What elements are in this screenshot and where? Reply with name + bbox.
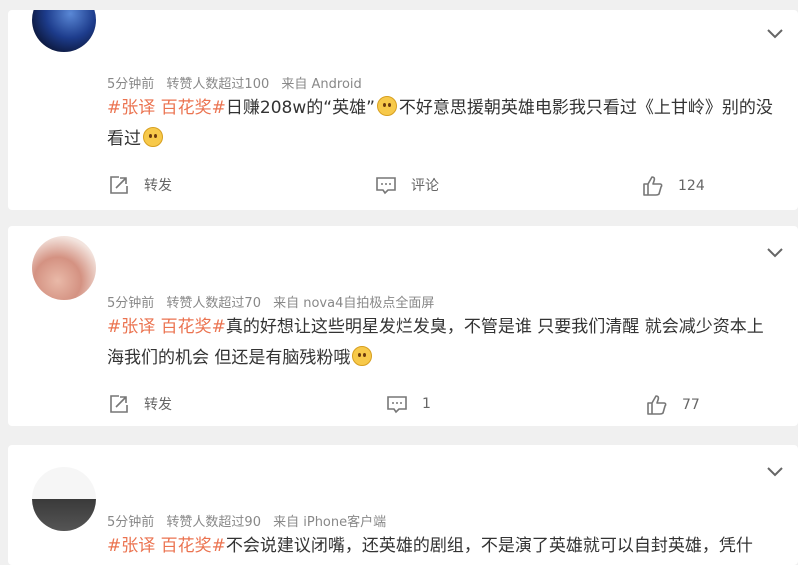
- comment-text: #张译 百花奖#真的好想让这些明星发烂发臭，不管是谁 只要我们清醒 就会减少资本…: [107, 312, 780, 374]
- comment-text: #张译 百花奖#日赚208w的“英雄” 不好意思援朝英雄电影我只看过《上甘岭》别的…: [107, 93, 780, 155]
- comment-button[interactable]: 1: [386, 394, 431, 414]
- chevron-down-icon[interactable]: [766, 463, 784, 481]
- repost-count: 转赞人数超过90: [166, 515, 261, 530]
- timestamp: 5分钟前: [107, 515, 155, 530]
- chevron-down-icon[interactable]: [766, 244, 784, 262]
- source: 来自 Android: [281, 77, 362, 92]
- repost-icon: [110, 176, 128, 194]
- like-button[interactable]: 124: [642, 175, 705, 197]
- comment-count: 1: [422, 396, 431, 412]
- comment-icon: [376, 177, 396, 195]
- comment-meta: 5分钟前 转赞人数超过70 来自 nova4自拍极点全面屏: [107, 292, 442, 311]
- repost-button[interactable]: 转发: [108, 175, 172, 195]
- hashtag-link[interactable]: #张译 百花奖#: [107, 536, 226, 556]
- avatar[interactable]: [32, 236, 96, 300]
- comment-icon: [387, 396, 407, 414]
- action-bar: 转发 评论 124: [8, 175, 798, 199]
- repost-label: 转发: [144, 397, 172, 413]
- comment-meta: 5分钟前 转赞人数超过100 来自 Android: [107, 73, 370, 92]
- comment-label: 评论: [411, 178, 439, 194]
- emoji-icon: [376, 96, 397, 116]
- timestamp: 5分钟前: [107, 296, 155, 311]
- emoji-icon: [352, 346, 373, 366]
- chevron-down-icon[interactable]: [766, 25, 784, 43]
- comment-button[interactable]: 评论: [375, 175, 439, 195]
- emoji-icon: [143, 127, 163, 147]
- repost-count: 转赞人数超过70: [166, 296, 261, 311]
- thumbs-up-icon: [647, 395, 667, 415]
- repost-button[interactable]: 转发: [108, 394, 172, 414]
- source: 来自 iPhone客户端: [273, 515, 387, 530]
- comment-text-part: 不会说建议闭嘴，还英雄的剧组，不是演了英雄就可以自封英雄，凭什: [225, 536, 753, 556]
- comment-card: 5分钟前 转赞人数超过90 来自 iPhone客户端 #张译 百花奖#不会说建议…: [8, 445, 798, 565]
- thumbs-up-icon: [643, 176, 663, 196]
- repost-icon: [110, 395, 128, 413]
- repost-label: 转发: [144, 178, 172, 194]
- repost-count: 转赞人数超过100: [166, 77, 270, 92]
- comment-card: 5分钟前 转赞人数超过100 来自 Android #张译 百花奖#日赚208w…: [8, 10, 798, 210]
- avatar[interactable]: [32, 10, 96, 52]
- comment-card: 5分钟前 转赞人数超过70 来自 nova4自拍极点全面屏 #张译 百花奖#真的…: [8, 226, 798, 426]
- hashtag-link[interactable]: #张译 百花奖#: [107, 317, 226, 337]
- source: 来自 nova4自拍极点全面屏: [273, 296, 435, 311]
- comment-meta: 5分钟前 转赞人数超过90 来自 iPhone客户端: [107, 511, 394, 530]
- timestamp: 5分钟前: [107, 77, 155, 92]
- action-bar: 转发 1 77: [8, 394, 798, 418]
- comment-text-part: 日赚208w的“英雄”: [225, 98, 375, 118]
- hashtag-link[interactable]: #张译 百花奖#: [107, 98, 226, 118]
- like-button[interactable]: 77: [646, 394, 700, 416]
- like-count: 124: [678, 178, 705, 194]
- like-count: 77: [682, 397, 700, 413]
- comment-text: #张译 百花奖#不会说建议闭嘴，还英雄的剧组，不是演了英雄就可以自封英雄，凭什: [107, 531, 780, 561]
- avatar[interactable]: [32, 467, 96, 531]
